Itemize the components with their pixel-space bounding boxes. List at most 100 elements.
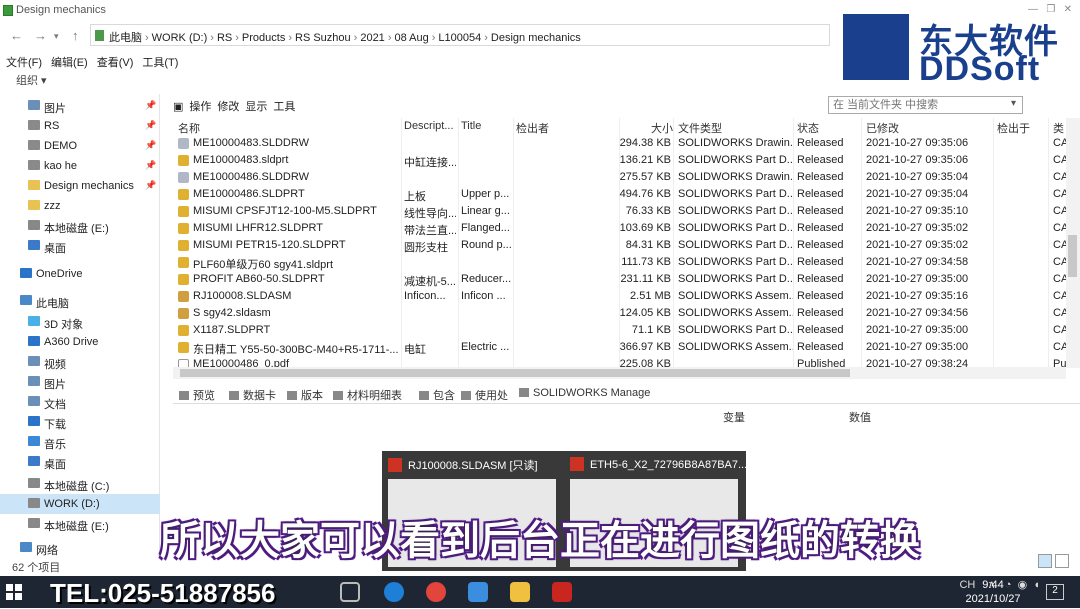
task-view-icon[interactable] xyxy=(340,582,360,602)
organize-button[interactable]: 组织 ▾ xyxy=(16,75,47,87)
file-row[interactable]: ME10000483.SLDDRW 294.38 KB SOLIDWORKS Dra… xyxy=(173,135,1068,152)
file-row[interactable]: PROFIT AB60-50.SLDPRT 减速机-5... Reducer... 2… xyxy=(173,271,1068,288)
pdm-tab[interactable]: 包含 xyxy=(419,387,455,403)
file-row[interactable]: S sgy42.sldasm 124.05 KB SOLIDWORKS Assem.… xyxy=(173,305,1068,322)
pdm-tab[interactable]: 预览 xyxy=(179,387,215,403)
part-file-icon xyxy=(178,206,189,217)
clock[interactable]: 9:44 2021/10/27 xyxy=(960,578,1026,606)
file-row[interactable]: MISUMI PETR15-120.SLDPRT 圆形支柱 Round p... 84… xyxy=(173,237,1068,254)
column-header[interactable]: 已修改 xyxy=(866,120,899,136)
pdm-toolbar-item[interactable]: 工具 xyxy=(273,101,295,113)
pdm-toolbar-item[interactable]: 修改 xyxy=(217,101,239,113)
column-header[interactable]: 状态 xyxy=(797,120,819,136)
nav-item[interactable]: DEMO 📌 xyxy=(0,136,160,156)
nav-item[interactable]: 图片 xyxy=(0,372,160,392)
column-header[interactable]: 文件类型 xyxy=(678,120,722,136)
pdm-toolbar-item[interactable]: 显示 xyxy=(245,101,267,113)
menu-item[interactable]: 文件(F) xyxy=(6,57,42,69)
up-arrow-icon[interactable]: ↑ xyxy=(72,28,79,43)
file-row[interactable]: PLF60单级万60 sgy41.sldprt 111.73 KB SOLIDWOR… xyxy=(173,254,1068,271)
nav-item[interactable]: 文档 xyxy=(0,392,160,412)
pin-icon[interactable]: 📌 xyxy=(145,180,156,191)
menu-item[interactable]: 编辑(E) xyxy=(51,57,88,69)
file-row[interactable]: 东日精工 Y55-50-300BC-M40+R5-1711-... 电缸 Elect… xyxy=(173,339,1068,356)
column-header[interactable]: Title xyxy=(461,120,481,132)
breadcrumb-item[interactable]: Products xyxy=(242,32,285,44)
breadcrumb-item[interactable]: RS Suzhou xyxy=(295,32,351,44)
nav-item[interactable]: 桌面 xyxy=(0,236,160,256)
nav-item[interactable]: 音乐 xyxy=(0,432,160,452)
windows-start-icon[interactable] xyxy=(6,584,22,600)
search-dropdown-icon[interactable]: ▾ xyxy=(1011,98,1016,109)
forward-arrow-icon[interactable]: → xyxy=(34,28,47,43)
pdm-tab[interactable]: 数据卡 xyxy=(229,387,276,403)
address-input[interactable]: 此电脑 › WORK (D:) › RS › Products › RS Suzhou › 2021… xyxy=(90,24,830,46)
nav-item[interactable]: 此电脑 xyxy=(0,291,160,311)
breadcrumb-item[interactable]: 08 Aug xyxy=(394,32,428,44)
solidworks-icon[interactable] xyxy=(552,582,572,602)
notification-icon[interactable]: 2 xyxy=(1046,584,1064,600)
nav-item[interactable]: 本地磁盘 (C:) xyxy=(0,474,160,494)
cell-name: MISUMI CPSFJT12-100-M5.SLDPRT xyxy=(193,205,377,217)
file-row[interactable]: MISUMI LHFR12.SLDPRT 带法兰直... Flanged... 103… xyxy=(173,220,1068,237)
recent-chevron-icon[interactable]: ▾ xyxy=(54,31,59,42)
nav-item[interactable]: RS 📌 xyxy=(0,116,160,136)
breadcrumb-item[interactable]: RS xyxy=(217,32,232,44)
cell-modified: 2021-10-27 09:35:04 xyxy=(866,171,969,183)
breadcrumb-item[interactable]: 此电脑 xyxy=(109,32,142,44)
cell-type: SOLIDWORKS Part D... xyxy=(678,273,793,285)
nav-item[interactable]: 图片 📌 xyxy=(0,96,160,116)
nav-item[interactable]: 视频 xyxy=(0,352,160,372)
vertical-scroll-thumb[interactable] xyxy=(1068,235,1077,277)
search-input[interactable] xyxy=(828,96,1023,114)
column-header[interactable]: 检出于 xyxy=(997,120,1030,136)
file-explorer-icon[interactable] xyxy=(510,582,530,602)
pin-icon[interactable]: 📌 xyxy=(145,140,156,151)
nav-item[interactable]: OneDrive xyxy=(0,264,160,284)
breadcrumb-item[interactable]: WORK (D:) xyxy=(152,32,208,44)
file-row[interactable]: RJ100008.SLDASM Inficon... Inficon ... 2.51… xyxy=(173,288,1068,305)
column-header[interactable]: Descript... xyxy=(404,120,454,132)
pin-icon[interactable]: 📌 xyxy=(145,160,156,171)
breadcrumb-item[interactable]: Design mechanics xyxy=(491,32,581,44)
column-header[interactable]: 名称 xyxy=(178,120,200,136)
nav-item[interactable]: 3D 对象 xyxy=(0,312,160,332)
nav-item[interactable]: Design mechanics 📌 xyxy=(0,176,160,196)
pin-icon[interactable]: 📌 xyxy=(145,120,156,131)
logo-en-text: DDSoft xyxy=(919,50,1041,88)
nav-item[interactable]: zzz xyxy=(0,196,160,216)
column-header[interactable]: 类 xyxy=(1053,120,1064,136)
app-icon[interactable] xyxy=(468,582,488,602)
nav-item[interactable]: 本地磁盘 (E:) xyxy=(0,216,160,236)
column-header[interactable]: 检出者 xyxy=(516,120,549,136)
file-row[interactable]: ME10000486.SLDPRT 上板 Upper p... 494.76 KB SO… xyxy=(173,186,1068,203)
column-header[interactable]: 大小 xyxy=(651,120,673,136)
breadcrumb-item[interactable]: L100054 xyxy=(438,32,481,44)
cell-desc: Inficon... xyxy=(404,290,446,302)
nav-item[interactable]: 桌面 xyxy=(0,452,160,472)
back-arrow-icon[interactable]: ← xyxy=(10,28,23,43)
pin-icon[interactable]: 📌 xyxy=(145,100,156,111)
pdm-tab[interactable]: 版本 xyxy=(287,387,323,403)
nav-item[interactable]: A360 Drive xyxy=(0,332,160,352)
horizontal-scroll-thumb[interactable] xyxy=(180,369,850,377)
breadcrumb-item[interactable]: 2021 xyxy=(360,32,384,44)
pdm-tab[interactable]: 使用处 xyxy=(461,387,508,403)
chrome-icon[interactable] xyxy=(426,582,446,602)
cell-name: MISUMI LHFR12.SLDPRT xyxy=(193,222,323,234)
menu-item[interactable]: 工具(T) xyxy=(142,57,178,69)
nav-item-label: 桌面 xyxy=(44,459,66,471)
pdm-tab[interactable]: 材料明细表 xyxy=(333,387,402,403)
nav-item[interactable]: 下载 xyxy=(0,412,160,432)
file-row[interactable]: X1187.SLDPRT 71.1 KB SOLIDWORKS Part D... R… xyxy=(173,322,1068,339)
volume-icon[interactable]: ◖ xyxy=(1033,579,1040,591)
file-row[interactable]: MISUMI CPSFJT12-100-M5.SLDPRT 线性导向... Line… xyxy=(173,203,1068,220)
file-row[interactable]: ME10000483.sldprt 中缸连接... 136.21 KB SOLIDWO… xyxy=(173,152,1068,169)
edge-icon[interactable] xyxy=(384,582,404,602)
nav-item[interactable]: kao he 📌 xyxy=(0,156,160,176)
file-row[interactable]: ME10000486.SLDDRW 275.57 KB SOLIDWORKS Dra… xyxy=(173,169,1068,186)
pdm-toolbar-item[interactable]: 操作 xyxy=(189,101,211,113)
menu-item[interactable]: 查看(V) xyxy=(97,57,134,69)
pdm-tab[interactable]: SOLIDWORKS Manage xyxy=(519,387,650,399)
variable-column-header: 变量 xyxy=(723,412,745,424)
